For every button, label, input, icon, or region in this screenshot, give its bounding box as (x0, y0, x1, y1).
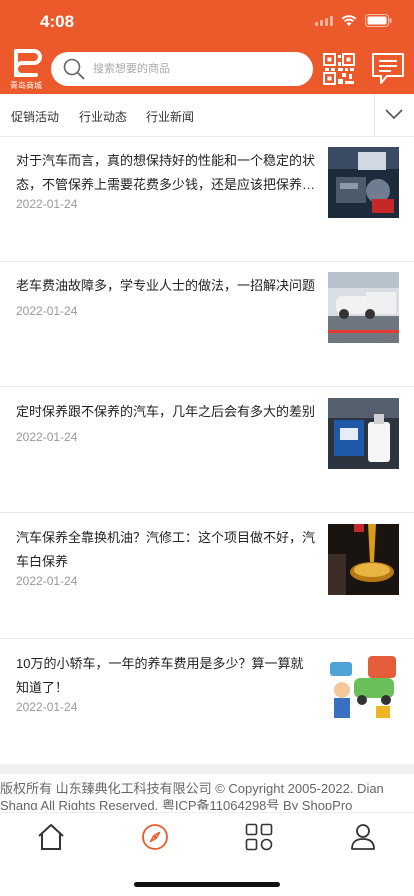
compass-icon[interactable] (141, 823, 169, 851)
news-thumbnail (328, 272, 399, 343)
news-date: 2022-01-24 (16, 197, 78, 211)
news-date: 2022-01-24 (16, 430, 78, 444)
tabs-divider (374, 94, 375, 136)
news-item[interactable]: 10万的小轿车，一年的养车费用是多少？算一算就知道了！ 2022-01-24 (0, 640, 414, 765)
app-logo[interactable]: 青岛商城 (6, 48, 46, 90)
qr-code-icon[interactable] (323, 53, 355, 85)
search-input[interactable] (93, 58, 293, 80)
grid-icon[interactable] (245, 823, 273, 851)
copyright-line-2: Shang All Rights Reserved. 粤ICP备11064298… (0, 798, 353, 810)
news-date: 2022-01-24 (16, 304, 78, 318)
battery-icon (365, 14, 392, 27)
top-header: 青岛商城 (0, 44, 414, 94)
signal-icon (315, 15, 333, 26)
news-title: 老车费油故障多，学专业人士的做法，一招解决问题 (16, 278, 316, 293)
news-thumbnail (328, 650, 399, 721)
footer-separator (0, 764, 414, 774)
news-title: 10万的小轿车，一年的养车费用是多少？算一算就知道了！ (16, 656, 304, 695)
status-icons (315, 14, 392, 27)
news-divider (0, 638, 414, 639)
news-item[interactable]: 老车费油故障多，学专业人士的做法，一招解决问题 2022-01-24 (0, 262, 414, 387)
news-title: 定时保养跟不保养的汽车，几年之后会有多大的差别 (16, 404, 316, 419)
news-date: 2022-01-24 (16, 700, 78, 714)
category-tabs: 促销活动 行业动态 行业新闻 (0, 94, 414, 137)
home-indicator (134, 882, 280, 887)
news-title: 对于汽车而言，真的想保持好的性能和一个稳定的状态，不管保养上需要花费多少钱，还是… (16, 153, 316, 192)
message-icon[interactable] (371, 52, 405, 86)
news-thumbnail (328, 524, 399, 595)
user-icon[interactable] (349, 823, 377, 851)
news-date: 2022-01-24 (16, 574, 78, 588)
tab-industry-trends[interactable]: 行业动态 (79, 108, 127, 125)
news-item[interactable]: 定时保养跟不保养的汽车，几年之后会有多大的差别 2022-01-24 (0, 388, 414, 513)
wifi-icon (341, 14, 357, 26)
status-bar: 4:08 (0, 0, 414, 44)
logo-text: 青岛商城 (10, 81, 42, 90)
news-item[interactable]: 对于汽车而言，真的想保持好的性能和一个稳定的状态，不管保养上需要花费多少钱，还是… (0, 137, 414, 262)
search-icon (63, 58, 85, 80)
search-bar[interactable] (51, 52, 313, 86)
news-thumbnail (328, 147, 399, 218)
news-item[interactable]: 汽车保养全靠换机油？汽修工：这个项目做不好，汽车白保养 2022-01-24 (0, 514, 414, 639)
tab-industry-news[interactable]: 行业新闻 (146, 108, 194, 125)
logo-icon (14, 49, 42, 77)
news-divider (0, 386, 414, 387)
copyright-line-1: 版权所有 山东臻典化工科技有限公司 © Copyright 2005-2022.… (0, 781, 384, 796)
copyright: 版权所有 山东臻典化工科技有限公司 © Copyright 2005-2022.… (0, 780, 414, 810)
news-title: 汽车保养全靠换机油？汽修工：这个项目做不好，汽车白保养 (16, 530, 316, 569)
news-divider (0, 512, 414, 513)
news-thumbnail (328, 398, 399, 469)
home-icon[interactable] (37, 823, 65, 851)
status-time: 4:08 (40, 12, 75, 31)
chevron-down-icon[interactable] (385, 108, 403, 120)
tab-promotions[interactable]: 促销活动 (11, 108, 59, 125)
